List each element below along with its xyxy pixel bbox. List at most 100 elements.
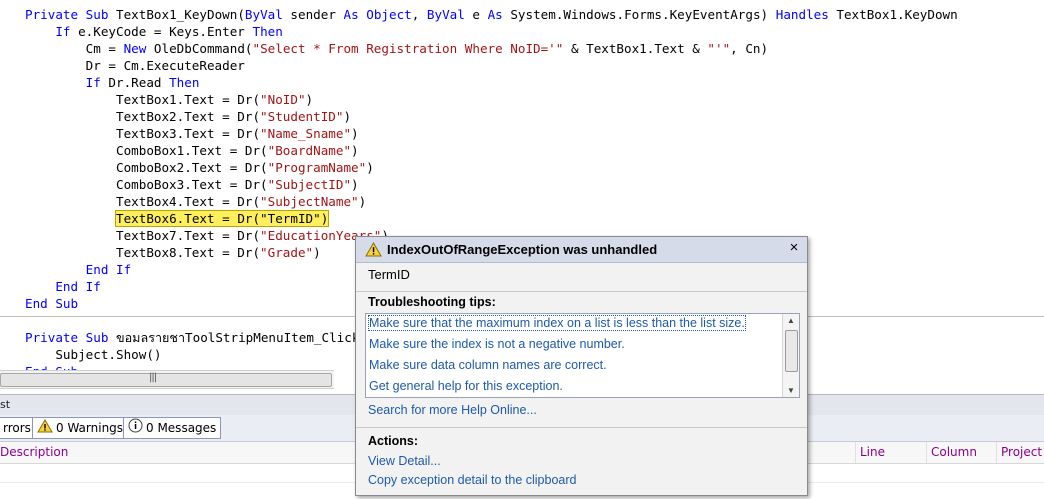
code-token: & TextBox1.Text & <box>563 41 708 56</box>
code-token: TextBox3.Text = Dr( <box>25 126 261 141</box>
code-token: Subject.Show() <box>25 347 162 362</box>
code-token: ComboBox1.Text = Dr( <box>25 143 268 158</box>
code-token: "'" <box>707 41 731 56</box>
divider <box>356 427 807 428</box>
code-token: Handles <box>775 7 829 22</box>
code-token: e.KeyCode = Keys.Enter <box>70 24 253 39</box>
warning-icon <box>37 418 53 439</box>
code-token: Private Sub <box>25 330 116 345</box>
code-token: ) <box>366 160 374 175</box>
code-line[interactable]: If Dr.Read Then <box>25 74 200 91</box>
code-token: Then <box>252 24 283 39</box>
view-detail-link[interactable]: View Detail... <box>368 454 441 468</box>
column-column[interactable]: Column <box>926 442 977 463</box>
code-line[interactable]: TextBox2.Text = Dr("StudentID") <box>25 108 351 125</box>
code-token: ) <box>343 109 352 124</box>
messages-filter-button[interactable]: 0 Messages <box>123 417 222 439</box>
exception-assistant-popup: IndexOutOfRangeException was unhandled ×… <box>355 236 808 496</box>
errors-filter-button[interactable]: rrors <box>0 417 36 439</box>
code-line[interactable]: TextBox8.Text = Dr("Grade") <box>25 244 321 261</box>
info-icon <box>128 418 143 439</box>
code-line[interactable]: Subject.Show() <box>25 346 161 363</box>
code-line[interactable]: ComboBox1.Text = Dr("BoardName") <box>25 142 359 159</box>
code-token: , <box>411 7 427 22</box>
code-token: Cm = <box>25 41 124 56</box>
tips-scrollbar[interactable]: ▲ ▼ <box>782 314 799 397</box>
code-token: "NoID" <box>260 92 306 107</box>
code-token: Dr = Cm.ExecuteReader <box>25 58 245 73</box>
code-token: ) <box>351 143 359 158</box>
code-token: TextBox7.Text = Dr( <box>25 228 261 243</box>
exception-message: TermID <box>368 267 410 282</box>
code-line[interactable]: Dr = Cm.ExecuteReader <box>25 57 245 74</box>
warnings-filter-button[interactable]: 0 Warnings <box>32 417 129 439</box>
code-line[interactable]: TextBox1.Text = Dr("NoID") <box>25 91 313 108</box>
tip-link[interactable]: Make sure that the maximum index on a li… <box>368 315 746 331</box>
error-list-title: st <box>0 398 11 411</box>
close-button[interactable]: × <box>785 239 803 257</box>
code-token: TextBox1.Text = Dr( <box>25 92 261 107</box>
code-token: End If <box>25 279 101 294</box>
code-token: Dr.Read <box>100 75 170 90</box>
code-token: "SubjectName" <box>260 194 359 209</box>
code-token: "Name_Sname" <box>260 126 352 141</box>
scrollbar-thumb[interactable]: ||| <box>0 372 332 387</box>
actions-heading: Actions: <box>368 434 418 448</box>
horizontal-scrollbar[interactable]: ||| <box>0 370 334 389</box>
troubleshooting-tips-list[interactable]: Make sure that the maximum index on a li… <box>365 313 800 398</box>
code-line[interactable]: End Sub <box>25 295 78 312</box>
scroll-up-arrow-icon[interactable]: ▲ <box>783 316 799 325</box>
code-token: ) <box>351 177 359 192</box>
troubleshooting-heading: Troubleshooting tips: <box>368 295 496 309</box>
search-help-online-link[interactable]: Search for more Help Online... <box>368 403 537 417</box>
tip-link[interactable]: Make sure the index is not a negative nu… <box>369 337 625 351</box>
code-line[interactable]: ComboBox3.Text = Dr("SubjectID") <box>25 176 359 193</box>
scrollbar-thumb[interactable] <box>785 330 798 372</box>
code-token: If <box>25 24 71 39</box>
code-line[interactable]: Private Sub TextBox1_KeyDown(ByVal sende… <box>25 6 958 23</box>
warnings-filter-label: 0 Warnings <box>56 421 124 435</box>
column-description[interactable]: Description <box>0 442 68 463</box>
code-token: ขอมลรายชาToolStripMenuItem_Click( <box>116 330 367 345</box>
tip-link[interactable]: Make sure data column names are correct. <box>369 358 607 372</box>
copy-exception-detail-link[interactable]: Copy exception detail to the clipboard <box>368 473 576 487</box>
code-token: TextBox8.Text = Dr( <box>25 245 261 260</box>
code-token: As Object <box>343 7 412 22</box>
code-line[interactable]: End If <box>25 261 132 278</box>
tip-link[interactable]: Get general help for this exception. <box>369 379 563 393</box>
warning-icon <box>365 241 382 262</box>
code-token: "ProgramName" <box>267 160 367 175</box>
code-token: "StudentID" <box>260 109 344 124</box>
code-token: As <box>487 7 503 22</box>
column-project[interactable]: Project <box>996 442 1042 463</box>
divider <box>356 291 807 292</box>
code-token: "SubjectID" <box>267 177 352 192</box>
code-line[interactable]: TextBox7.Text = Dr("EducationYears") <box>25 227 389 244</box>
code-token: ) <box>313 245 321 260</box>
exception-title: IndexOutOfRangeException was unhandled <box>387 242 658 257</box>
code-line[interactable]: ComboBox2.Text = Dr("ProgramName") <box>25 159 374 176</box>
code-token: TextBox1.KeyDown <box>828 7 958 22</box>
code-token: ByVal <box>244 7 283 22</box>
code-token: ) <box>351 126 359 141</box>
scroll-down-arrow-icon[interactable]: ▼ <box>783 386 799 395</box>
code-token: ComboBox2.Text = Dr( <box>25 160 268 175</box>
code-line[interactable]: Cm = New OleDbCommand("Select * From Reg… <box>25 40 768 57</box>
code-token: "Grade" <box>260 245 314 260</box>
code-token: TextBox4.Text = Dr( <box>25 194 261 209</box>
code-token: sender <box>282 7 344 22</box>
column-line[interactable]: Line <box>855 442 885 463</box>
code-line[interactable]: End If <box>25 278 101 295</box>
code-token: Then <box>169 75 200 90</box>
popup-header: IndexOutOfRangeException was unhandled × <box>356 237 807 263</box>
code-token: TextBox2.Text = Dr( <box>25 109 261 124</box>
code-line[interactable]: TextBox3.Text = Dr("Name_Sname") <box>25 125 359 142</box>
code-line[interactable]: TextBox6.Text = Dr("TermID") <box>25 210 330 227</box>
code-token: Private Sub <box>25 7 116 22</box>
code-token: , Cn) <box>730 41 769 56</box>
code-token: End Sub <box>25 296 79 311</box>
code-line[interactable]: TextBox4.Text = Dr("SubjectName") <box>25 193 366 210</box>
code-line[interactable]: If e.KeyCode = Keys.Enter Then <box>25 23 283 40</box>
code-token: ByVal <box>426 7 465 22</box>
